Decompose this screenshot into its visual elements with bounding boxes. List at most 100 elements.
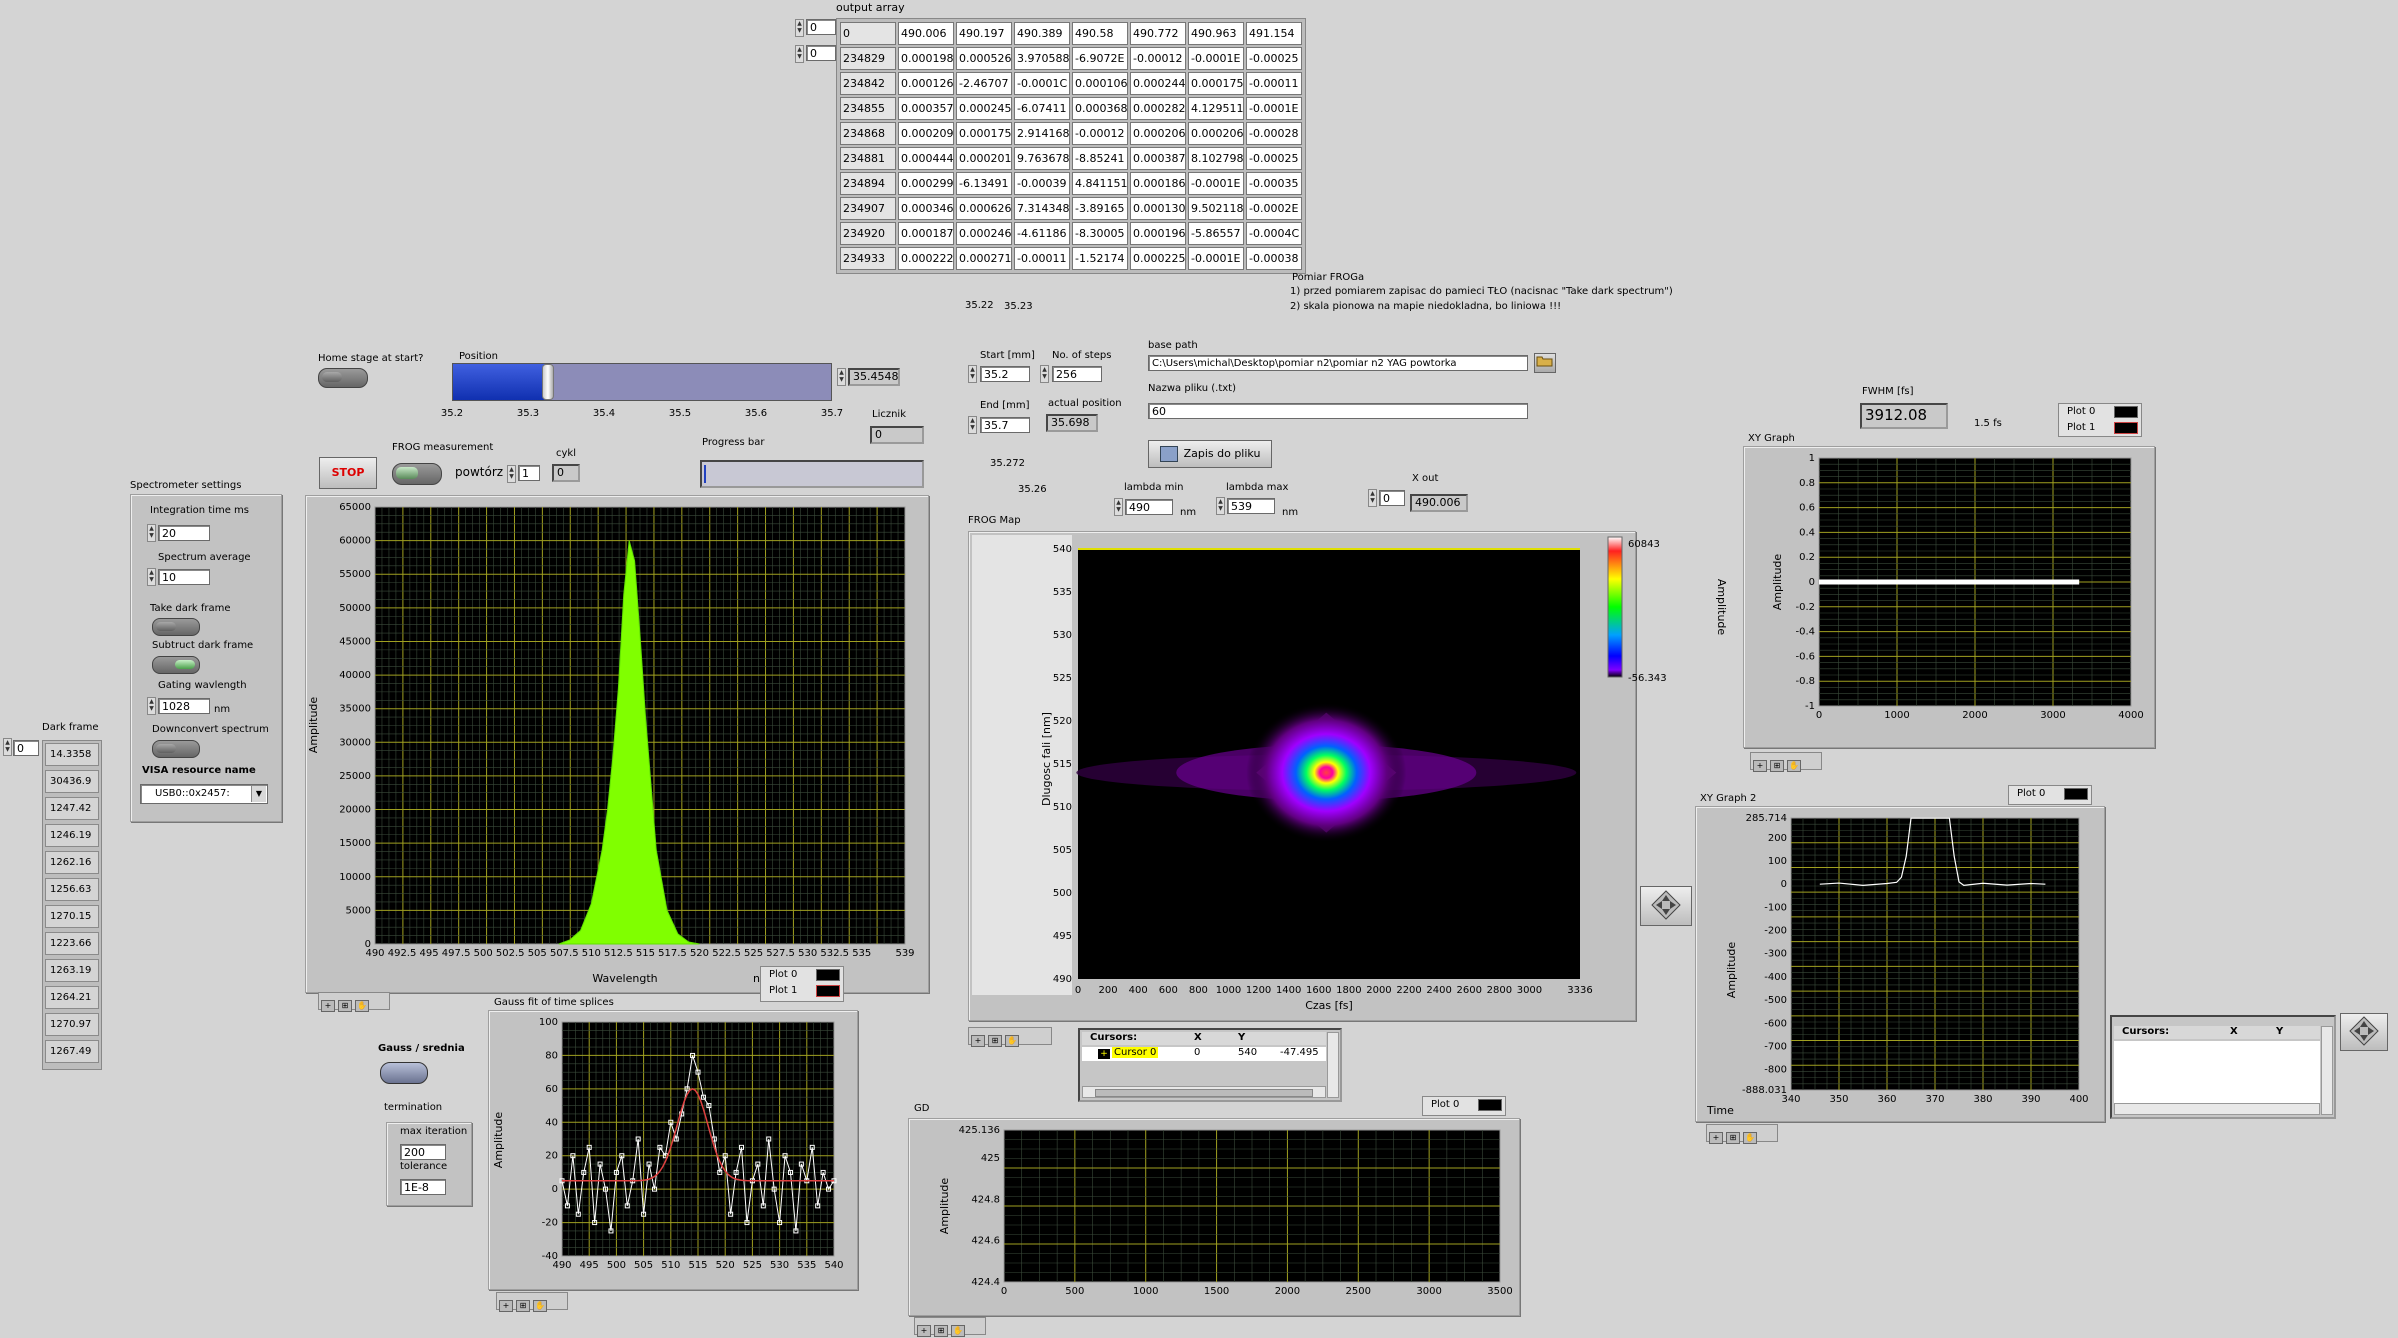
pan-tool-icon[interactable]: ✋ bbox=[951, 1325, 965, 1337]
xy-graph[interactable]: 0 1000 2000 3000 4000 1 0.8 0.6 0.4 0.2 0 -0.2 -0.4 -… bbox=[1743, 446, 2153, 746]
array-cell[interactable]: 4.129511 bbox=[1188, 97, 1244, 120]
array-cell[interactable]: -3.89165 bbox=[1072, 197, 1128, 220]
array-cell[interactable]: -6.07411 bbox=[1014, 97, 1070, 120]
tolerance-input[interactable]: 1E-8 bbox=[400, 1179, 446, 1195]
cursor-mover-2-icon[interactable] bbox=[2340, 1013, 2388, 1051]
repeat-value[interactable]: 1 bbox=[518, 465, 540, 481]
pan-tool-icon[interactable]: ✋ bbox=[1005, 1035, 1019, 1047]
take-dark-toggle[interactable] bbox=[152, 618, 200, 636]
zoom-tool-icon[interactable]: ⊞ bbox=[988, 1035, 1002, 1047]
array-cell[interactable]: -0.0001E bbox=[1246, 97, 1302, 120]
xy2-legend[interactable]: Plot 0 bbox=[2008, 785, 2092, 805]
array-cell[interactable]: -0.00025 bbox=[1246, 47, 1302, 70]
array-cell[interactable]: 0.000271 bbox=[956, 247, 1012, 270]
array-cell[interactable]: 7.314348 bbox=[1014, 197, 1070, 220]
home-stage-toggle[interactable] bbox=[318, 368, 368, 388]
cursor-tool-icon[interactable]: + bbox=[1709, 1132, 1723, 1144]
array-cell[interactable]: 234907 bbox=[840, 197, 896, 220]
array-cell[interactable]: 490.197 bbox=[956, 22, 1012, 45]
zoom-tool-icon[interactable]: ⊞ bbox=[1726, 1132, 1740, 1144]
zoom-tool-icon[interactable]: ⊞ bbox=[338, 1000, 352, 1012]
x-out-spinner[interactable]: ▲ ▼ bbox=[1368, 489, 1377, 507]
array-cell[interactable]: 490.772 bbox=[1130, 22, 1186, 45]
stop-button[interactable]: STOP bbox=[319, 457, 377, 489]
array-cell[interactable]: -1.52174 bbox=[1072, 247, 1128, 270]
array-cell[interactable]: 0.000626 bbox=[956, 197, 1012, 220]
legend-plot0[interactable]: Plot 0 bbox=[2059, 404, 2141, 420]
array-cell[interactable]: 0.000245 bbox=[956, 97, 1012, 120]
array-index-0[interactable]: 0 bbox=[806, 19, 836, 35]
steps-input[interactable]: 256 bbox=[1052, 366, 1102, 382]
average-input[interactable]: 10 bbox=[158, 569, 210, 585]
spectrum-legend[interactable]: Plot 0 Plot 1 bbox=[760, 966, 844, 1002]
array-cell[interactable]: 0.000196 bbox=[1130, 222, 1186, 245]
cursor-table-hscroll[interactable] bbox=[1082, 1086, 1326, 1098]
cursor-table-vscroll[interactable] bbox=[1327, 1032, 1339, 1098]
cursor-table-2-hscroll[interactable] bbox=[2114, 1103, 2320, 1115]
cursor-table-2[interactable]: Cursors: X Y bbox=[2110, 1015, 2336, 1119]
xy-graph-tools[interactable]: + ⊞ ✋ bbox=[1750, 752, 1822, 772]
downconvert-toggle[interactable] bbox=[152, 740, 200, 758]
steps-spinner[interactable]: ▲ ▼ bbox=[1040, 365, 1049, 383]
array-cell[interactable]: -5.86557 bbox=[1188, 222, 1244, 245]
array-cell[interactable]: -6.9072E bbox=[1072, 47, 1128, 70]
legend-plot0[interactable]: Plot 0 bbox=[2009, 786, 2091, 802]
cursor-tool-icon[interactable]: + bbox=[917, 1325, 931, 1337]
spectrum-graph-tools[interactable]: + ⊞ ✋ bbox=[318, 992, 390, 1012]
pan-tool-icon[interactable]: ✋ bbox=[355, 1000, 369, 1012]
array-cell[interactable]: -0.0001E bbox=[1188, 47, 1244, 70]
dark-frame-spinner[interactable]: ▲ ▼ bbox=[3, 738, 12, 756]
cursor-tool-icon[interactable]: + bbox=[971, 1035, 985, 1047]
array-cell[interactable]: -0.0004C bbox=[1246, 222, 1302, 245]
array-cell[interactable]: -2.46707 bbox=[956, 72, 1012, 95]
array-cell[interactable]: -0.00012 bbox=[1072, 122, 1128, 145]
integration-input[interactable]: 20 bbox=[158, 525, 210, 541]
array-cell[interactable]: 234920 bbox=[840, 222, 896, 245]
array-cell[interactable]: 234881 bbox=[840, 147, 896, 170]
array-index-1[interactable]: 0 bbox=[806, 45, 836, 61]
array-cell[interactable]: -8.30005 bbox=[1072, 222, 1128, 245]
integration-spinner[interactable]: ▲ ▼ bbox=[147, 524, 156, 542]
average-spinner[interactable]: ▲ ▼ bbox=[147, 568, 156, 586]
array-cell[interactable]: 0 bbox=[840, 22, 896, 45]
array-cell[interactable]: 0.000175 bbox=[956, 122, 1012, 145]
lambda-min-input[interactable]: 490 bbox=[1125, 499, 1173, 515]
cursor-row[interactable]: + Cursor 0 0 540 -47.495 bbox=[1082, 1047, 1326, 1061]
lambda-max-spinner[interactable]: ▲ ▼ bbox=[1216, 497, 1225, 515]
array-cell[interactable]: 0.000175 bbox=[1188, 72, 1244, 95]
array-cell[interactable]: 8.102798 bbox=[1188, 147, 1244, 170]
gating-input[interactable]: 1028 bbox=[158, 698, 210, 714]
start-input[interactable]: 35.2 bbox=[980, 366, 1030, 382]
array-cell[interactable]: 234842 bbox=[840, 72, 896, 95]
browse-folder-icon[interactable] bbox=[1534, 353, 1556, 373]
array-cell[interactable]: -0.0001E bbox=[1188, 247, 1244, 270]
visa-select[interactable]: USB0::0x2457: ▼ bbox=[140, 784, 268, 804]
array-cell[interactable]: -8.85241 bbox=[1072, 147, 1128, 170]
array-cell[interactable]: 0.000198 bbox=[898, 47, 954, 70]
cursor-name[interactable]: Cursor 0 bbox=[1112, 1047, 1159, 1058]
base-path-input[interactable]: C:\Users\michal\Desktop\pomiar n2\pomiar… bbox=[1148, 355, 1528, 371]
array-cell[interactable]: 234829 bbox=[840, 47, 896, 70]
frog-measurement-toggle[interactable] bbox=[392, 463, 442, 485]
array-cell[interactable]: -0.0001C bbox=[1014, 72, 1070, 95]
gd-legend[interactable]: Plot 0 bbox=[1422, 1096, 1506, 1116]
dark-frame-index[interactable]: 0 bbox=[13, 740, 39, 756]
start-spinner[interactable]: ▲ ▼ bbox=[968, 365, 977, 383]
gating-spinner[interactable]: ▲ ▼ bbox=[147, 697, 156, 715]
pan-tool-icon[interactable]: ✋ bbox=[1743, 1132, 1757, 1144]
spectrum-graph[interactable]: 490 492.5 495 497.5 500 502.5 505 507.5 510 512.5… bbox=[305, 495, 927, 991]
array-cell[interactable]: 0.000130 bbox=[1130, 197, 1186, 220]
array-index-spinner-0[interactable]: ▲ ▼ bbox=[795, 19, 804, 37]
xy2-graph-tools[interactable]: + ⊞ ✋ bbox=[1706, 1124, 1778, 1144]
cursor-mover-icon[interactable] bbox=[1640, 886, 1692, 926]
position-spinner[interactable]: ▲ ▼ bbox=[837, 368, 846, 386]
array-cell[interactable]: 9.502118 bbox=[1188, 197, 1244, 220]
cursor-tool-icon[interactable]: + bbox=[499, 1300, 513, 1312]
array-cell[interactable]: 0.000387 bbox=[1130, 147, 1186, 170]
array-cell[interactable]: 234855 bbox=[840, 97, 896, 120]
frog-map[interactable]: 0 200 400 600 800 1000 1200 1400 1600 1800 2000 220… bbox=[968, 531, 1728, 1019]
output-array-table[interactable]: 0 490.006 490.197 490.389 490.58 490.772 490.9… bbox=[836, 18, 1306, 274]
zoom-tool-icon[interactable]: ⊞ bbox=[516, 1300, 530, 1312]
repeat-spinner[interactable]: ▲ ▼ bbox=[507, 465, 516, 483]
array-cell[interactable]: 0.000126 bbox=[898, 72, 954, 95]
